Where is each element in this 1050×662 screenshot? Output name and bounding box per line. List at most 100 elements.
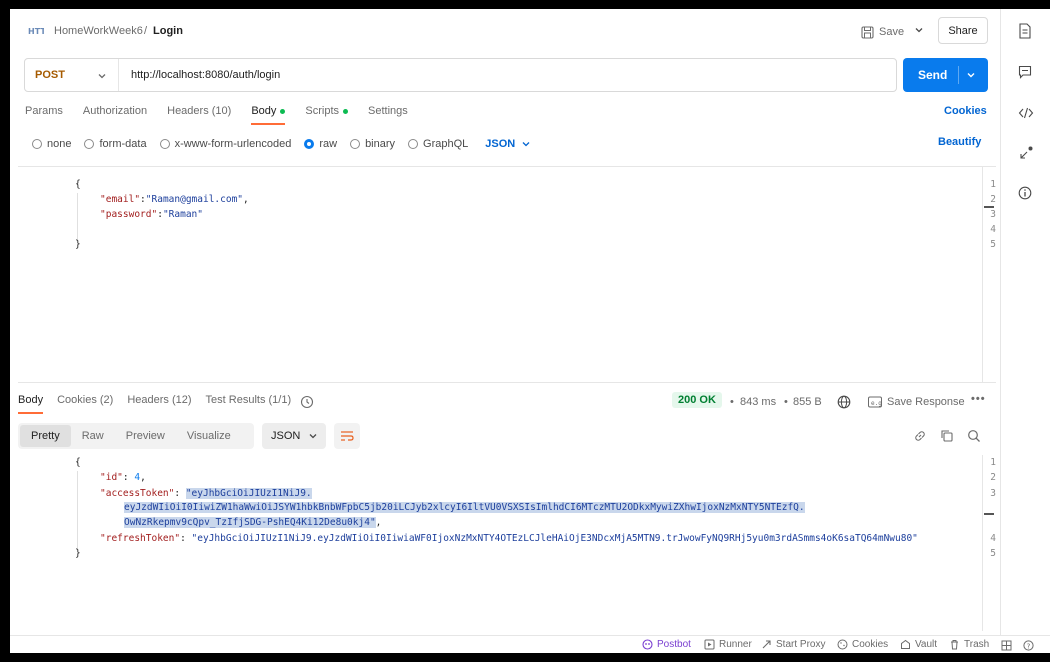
view-raw[interactable]: Raw [71, 425, 115, 447]
body-indicator-dot [280, 108, 286, 114]
send-options-chevron-down-icon[interactable] [965, 69, 977, 81]
radio-circle-selected [304, 139, 315, 149]
json-string: "eyJhbGciOiJIUzI1NiJ9.eyJzdWIiOiI0IiwiaW… [191, 533, 918, 544]
url-input[interactable]: http://localhost:8080/auth/login [131, 69, 280, 81]
layout-grid-icon[interactable] [1001, 640, 1012, 651]
editor-scrollbar[interactable] [982, 167, 994, 382]
indent-guide [77, 193, 78, 239]
json-key: "accessToken" [100, 488, 175, 499]
code-icon[interactable] [1018, 106, 1034, 120]
vault-icon [901, 639, 910, 649]
save-button[interactable]: Save [861, 23, 904, 41]
breadcrumb-workspace[interactable]: HomeWorkWeek6 [54, 25, 143, 37]
json-string: "Raman@gmail.com" [145, 194, 244, 205]
radio-graphql[interactable]: GraphQL [408, 138, 468, 150]
info-icon[interactable] [1018, 186, 1032, 200]
raw-format-select[interactable]: JSON [485, 138, 531, 150]
save-label: Save [879, 26, 905, 38]
save-response-button[interactable]: Save Response [887, 396, 965, 408]
save-icon [861, 25, 874, 39]
radio-raw[interactable]: raw [304, 138, 337, 150]
page-title[interactable]: Login [153, 25, 183, 37]
top-bar: HTTP HomeWorkWeek6 / Login Save Share [10, 9, 1000, 53]
status-badge[interactable]: 200 OK [672, 392, 722, 408]
send-label: Send [918, 68, 948, 82]
share-button[interactable]: Share [938, 17, 988, 44]
tab-response-headers[interactable]: Headers (12) [127, 394, 191, 414]
wrap-lines-button[interactable] [334, 423, 360, 449]
tab-test-results[interactable]: Test Results (1/1) [206, 394, 292, 414]
more-options-icon[interactable]: ••• [971, 393, 986, 405]
cookies-link[interactable]: Cookies [944, 105, 987, 117]
radio-urlencoded[interactable]: x-www-form-urlencoded [159, 138, 291, 150]
tab-response-body[interactable]: Body [18, 394, 44, 414]
response-format-select[interactable]: JSON [262, 423, 326, 449]
json-key: "refreshToken" [100, 533, 181, 544]
radio-circle [32, 139, 42, 149]
comments-icon[interactable] [1018, 65, 1032, 79]
vault-button[interactable]: Vault [900, 639, 937, 650]
radio-circle [159, 139, 170, 149]
request-body-editor[interactable]: 1 2 3 4 5 { "email":"Raman@gmail.com", "… [18, 166, 996, 383]
tab-authorization[interactable]: Authorization [83, 105, 147, 125]
postbot-button[interactable]: Postbot [642, 639, 691, 650]
svg-text:?: ? [1027, 642, 1031, 650]
radio-binary[interactable]: binary [350, 138, 395, 150]
radio-none[interactable]: none [32, 138, 71, 150]
svg-text:HTTP: HTTP [28, 27, 44, 36]
tab-settings[interactable]: Settings [368, 105, 408, 125]
right-sidebar [1000, 9, 1050, 635]
tab-headers[interactable]: Headers (10) [167, 105, 231, 125]
save-options-chevron-down-icon[interactable] [913, 24, 925, 36]
footer-cookies-label: Cookies [852, 639, 889, 650]
json-number: 4 [134, 472, 141, 483]
beautify-button[interactable]: Beautify [938, 136, 981, 148]
runner-button[interactable]: Runner [704, 639, 752, 650]
search-icon[interactable] [967, 429, 981, 443]
chevron-down-icon [522, 142, 530, 147]
view-preview[interactable]: Preview [115, 425, 176, 447]
start-proxy-label: Start Proxy [776, 639, 826, 650]
help-icon[interactable]: ? [1023, 640, 1034, 651]
response-body-viewer[interactable]: 1 2 3 4 5 { "id": 4, "accessToken": "eyJ… [18, 455, 996, 633]
chevron-down-icon [309, 434, 317, 439]
response-scrollbar[interactable] [982, 455, 994, 631]
method-label: POST [35, 69, 65, 81]
svg-text:e.g: e.g [871, 400, 882, 407]
view-visualize[interactable]: Visualize [176, 425, 242, 447]
json-string: "Raman" [162, 209, 203, 220]
history-icon[interactable] [300, 395, 314, 409]
response-view-toolbar: Pretty Raw Preview Visualize [18, 423, 254, 449]
tab-scripts[interactable]: Scripts [305, 105, 349, 125]
json-string-selected: OwNzRkepmv9cQpv_TzIfjSDG-PshEQ4Ki12De8u0… [124, 517, 376, 528]
radio-form-data[interactable]: form-data [84, 138, 147, 150]
radio-circle [350, 139, 361, 149]
code-line-access-token-wrap: eyJzdWIiOiI0IiwiZW1haWwiOiJSYW1hbkBnbWFp… [78, 502, 805, 513]
json-string-selected: "eyJhbGciOiJIUzI1NiJ9. [185, 488, 312, 499]
method-select[interactable]: POST [25, 59, 119, 91]
trash-button[interactable]: Trash [949, 639, 989, 650]
link-icon[interactable] [913, 429, 927, 443]
view-pretty[interactable]: Pretty [20, 425, 71, 447]
radio-form-data-label: form-data [99, 138, 147, 150]
status-bar: Postbot Runner Start Proxy Cookies Vault… [10, 635, 1050, 653]
tab-response-cookies[interactable]: Cookies (2) [57, 394, 113, 414]
tab-params[interactable]: Params [25, 105, 63, 125]
radio-graphql-label: GraphQL [423, 138, 469, 150]
http-request-icon: HTTP [28, 27, 44, 36]
footer-cookies-button[interactable]: Cookies [837, 639, 888, 650]
related-collections-icon[interactable] [1018, 145, 1034, 161]
copy-icon[interactable] [940, 429, 954, 443]
documentation-icon[interactable] [1018, 23, 1032, 39]
tab-body[interactable]: Body [251, 105, 286, 125]
breadcrumb-separator: / [144, 25, 148, 37]
meta-separator: • [730, 396, 734, 408]
start-proxy-button[interactable]: Start Proxy [761, 639, 825, 650]
response-size[interactable]: 855 B [793, 396, 822, 408]
response-time[interactable]: 843 ms [740, 396, 776, 408]
code-line-access-token: "accessToken": "eyJhbGciOiJIUzI1NiJ9. [100, 488, 312, 499]
code-close-brace: } [75, 548, 81, 559]
send-button[interactable]: Send [903, 58, 988, 92]
code-line-password: "password":"Raman" [100, 209, 203, 220]
globe-icon[interactable] [837, 395, 851, 409]
